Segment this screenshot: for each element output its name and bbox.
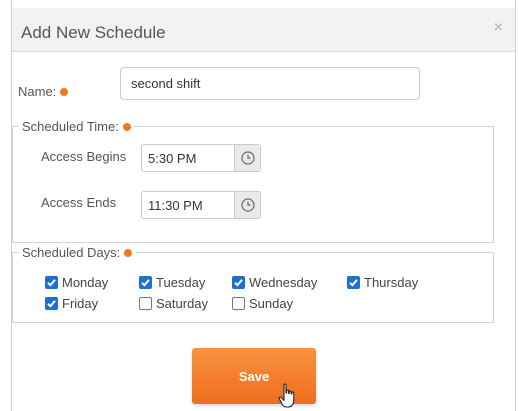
checkbox-unchecked[interactable] [232, 296, 245, 310]
checkmark-icon [234, 278, 243, 287]
dialog-titlebar: Add New Schedule × [12, 8, 515, 52]
access-begins-label: Access Begins [41, 149, 127, 164]
checkmark-icon [349, 278, 358, 287]
access-begins-input[interactable]: 5:30 PM [141, 144, 261, 172]
hand-pointer-icon [278, 383, 295, 408]
checkbox-checked[interactable] [45, 275, 58, 289]
access-ends-value: 11:30 PM [148, 198, 203, 213]
day-label: Monday [62, 274, 109, 290]
scheduled-days-legend: Scheduled Days: [19, 245, 135, 260]
day-label: Saturday [156, 295, 209, 311]
access-begins-clock-button[interactable] [234, 145, 260, 171]
checkmark-icon [141, 278, 150, 287]
scheduled-days-legend-text: Scheduled Days: [22, 245, 121, 260]
day-checkbox-sunday[interactable]: Sunday [232, 294, 293, 312]
close-icon[interactable]: × [494, 20, 503, 36]
checkmark-icon [47, 299, 56, 308]
checkbox-checked[interactable] [45, 296, 58, 310]
day-checkbox-wednesday[interactable]: Wednesday [232, 273, 317, 291]
day-checkbox-tuesday[interactable]: Tuesday [139, 273, 205, 291]
clock-icon [241, 151, 255, 165]
day-checkbox-saturday[interactable]: Saturday [139, 294, 208, 312]
checkbox-checked[interactable] [347, 275, 360, 289]
checkbox-unchecked[interactable] [139, 296, 152, 310]
scheduled-time-group: Scheduled Time: [12, 119, 494, 243]
access-begins-value: 5:30 PM [148, 151, 197, 166]
required-dot-icon [124, 248, 133, 257]
save-button-label: Save [238, 368, 270, 384]
day-label: Friday [62, 295, 99, 311]
required-dot-icon [60, 87, 69, 96]
dialog-title: Add New Schedule [21, 23, 166, 42]
checkmark-icon [47, 278, 56, 287]
access-ends-input[interactable]: 11:30 PM [141, 191, 261, 219]
day-checkbox-friday[interactable]: Friday [45, 294, 98, 312]
access-ends-label: Access Ends [41, 195, 117, 210]
name-label: Name: [18, 84, 69, 99]
name-input-value: second shift [131, 76, 201, 91]
name-input[interactable]: second shift [120, 67, 420, 100]
name-label-text: Name: [18, 84, 57, 99]
day-label: Sunday [249, 295, 294, 311]
day-label: Tuesday [156, 274, 206, 290]
day-label: Thursday [364, 274, 419, 290]
scheduled-time-legend-text: Scheduled Time: [22, 119, 119, 134]
checkbox-checked[interactable] [232, 275, 245, 289]
day-checkbox-thursday[interactable]: Thursday [347, 273, 418, 291]
scheduled-time-legend: Scheduled Time: [19, 119, 134, 134]
day-label: Wednesday [249, 274, 318, 290]
required-dot-icon [122, 122, 131, 131]
clock-icon [241, 198, 255, 212]
checkbox-checked[interactable] [139, 275, 152, 289]
access-ends-clock-button[interactable] [234, 192, 260, 218]
day-checkbox-monday[interactable]: Monday [45, 273, 108, 291]
